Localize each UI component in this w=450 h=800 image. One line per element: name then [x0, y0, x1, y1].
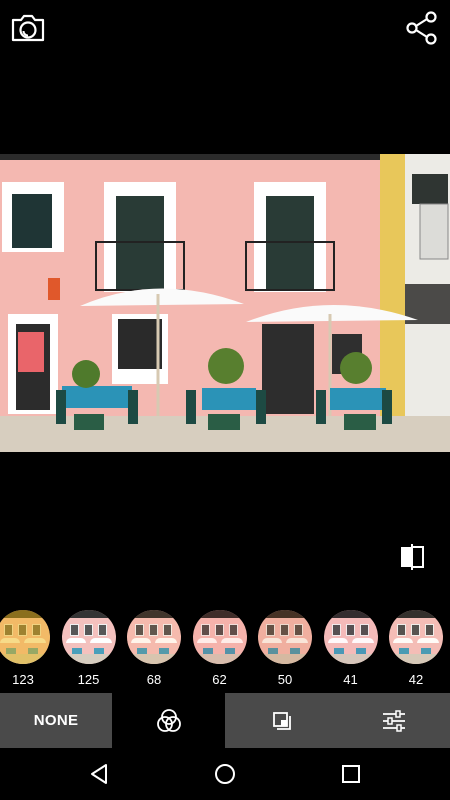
share-button[interactable]: [404, 8, 440, 48]
filter-thumbnail: [61, 610, 116, 664]
nav-back-button[interactable]: [84, 760, 114, 788]
filter-item[interactable]: 50: [258, 610, 312, 687]
filter-thumbnail: [389, 610, 443, 664]
filter-item[interactable]: 123: [0, 610, 50, 687]
filters-tool-button[interactable]: [112, 693, 225, 748]
filter-label: 50: [277, 672, 293, 687]
filter-item[interactable]: 62: [192, 610, 247, 687]
layers-icon: [272, 711, 291, 730]
filter-item[interactable]: 68: [127, 610, 181, 687]
filter-thumbnail: [0, 610, 50, 664]
recents-square-icon: [342, 765, 360, 783]
compare-button[interactable]: [395, 540, 429, 574]
filter-label: 62: [212, 672, 227, 687]
filter-thumbnail: [127, 610, 181, 664]
filter-label: 42: [408, 672, 424, 687]
system-nav-bar: [0, 748, 450, 800]
back-triangle-icon: [91, 764, 107, 784]
adjust-tool-button[interactable]: [338, 693, 450, 748]
filter-label: 125: [77, 672, 100, 687]
filter-strip: 123 125 68 62 50 41 42: [0, 610, 450, 690]
layers-tool-button[interactable]: [225, 693, 338, 748]
home-circle-icon: [215, 764, 235, 784]
filters-icon: [156, 708, 181, 732]
compare-icon: [401, 544, 424, 570]
filter-thumbnail: [258, 610, 312, 664]
filter-item[interactable]: 42: [389, 610, 443, 687]
sliders-icon: [383, 709, 405, 732]
filter-label: 68: [146, 672, 162, 687]
share-icon: [406, 11, 437, 45]
top-bar: [0, 0, 450, 56]
photo-preview[interactable]: [0, 154, 450, 452]
none-button[interactable]: NONE: [0, 693, 112, 748]
nav-recents-button[interactable]: [336, 760, 366, 788]
filter-item[interactable]: 41: [323, 610, 378, 687]
camera-button[interactable]: [8, 10, 48, 46]
none-label: NONE: [33, 712, 79, 729]
nav-home-button[interactable]: [210, 760, 240, 788]
filter-thumbnail: [192, 610, 247, 664]
filter-item[interactable]: 125: [61, 610, 116, 687]
camera-icon: [11, 14, 45, 42]
filter-thumbnail: [323, 610, 378, 664]
bottom-toolbar: NONE: [0, 693, 450, 748]
filter-label: 41: [343, 672, 358, 687]
filter-label: 123: [12, 672, 34, 687]
